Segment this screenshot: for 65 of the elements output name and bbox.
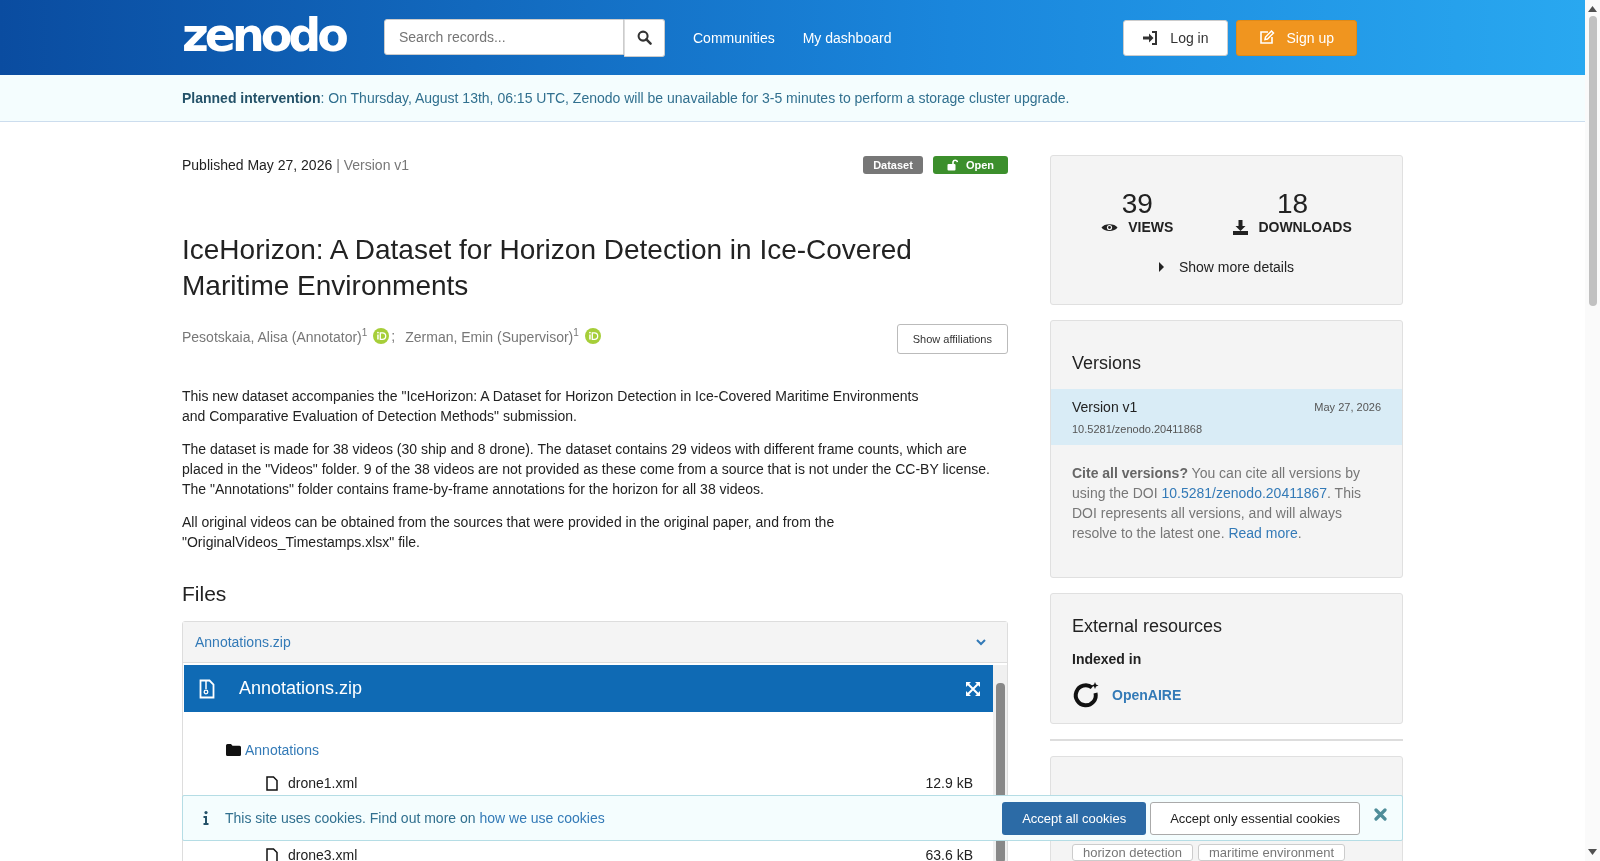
views-count: 39 [1121, 189, 1153, 219]
author-name[interactable]: Zerman, Emin (Supervisor)$^{1}$ [405, 327, 579, 345]
keyword-tag[interactable]: horizon detection [1072, 844, 1193, 861]
show-affiliations-button[interactable]: Show affiliations [896, 324, 1008, 354]
downloads-count: 18 [1276, 189, 1309, 219]
version-item[interactable]: Version v1 May 27, 2026 10.5281/zenodo.20411868 [1051, 389, 1402, 445]
edit-icon [1258, 30, 1275, 45]
eye-icon [1101, 221, 1119, 233]
record-badge: Open [932, 156, 1008, 174]
description-paragraph: This new dataset accompanies the "IceHorizon: A Dataset for Horizon Detection in Ice-Covered Maritime Environments and Comparative Evaluation of Detection Methods" submission. [182, 387, 920, 426]
description-paragraph: The dataset is made for 38 videos (30 ship and 8 drone). The dataset contains 29 videos with different frame counts, which are placed in the "Videos" folder. 9 of the 38 videos are not provided as these come from a source that is not under the CC-BY license. The "Annotations" folder contains frame-by-frame annotations for the horizon for all 38 videos. [182, 440, 991, 499]
nav-link[interactable]: My dashboard [802, 29, 892, 46]
search-button[interactable] [624, 18, 665, 57]
keyword-tag[interactable]: maritime environment [1198, 844, 1345, 861]
section-heading: Files [182, 582, 228, 606]
file-icon [266, 847, 278, 861]
folder-link[interactable]: Annotations [245, 742, 319, 758]
search-icon [637, 30, 652, 45]
cookie-text: This site uses cookies. Find out more on how we use cookies [225, 810, 605, 826]
show-more-details-toggle[interactable]: Show more details [1051, 259, 1402, 275]
chevron-icon [975, 638, 987, 646]
expand-icon[interactable] [965, 680, 981, 697]
preview-title: Annotations.zip [239, 678, 363, 699]
zip-file-icon [199, 678, 215, 699]
doi-link[interactable]: 10.5281/zenodo.20411867 [1161, 485, 1328, 501]
notice-text: Planned intervention: On Thursday, August 13th, 06:15 UTC, Zenodo will be unavailable for 3-5 minutes to perform a storage cluster upgrade. [182, 90, 1070, 106]
author-name[interactable]: Pesotskaia, Alisa (Annotator)$^{1}$ [182, 327, 368, 345]
version-label: | Version v1 [336, 157, 410, 173]
scroll-up-icon[interactable] [1588, 6, 1597, 12]
unlock-icon [946, 159, 958, 171]
close-icon[interactable] [1374, 808, 1387, 821]
views-label: VIEWS [1128, 219, 1174, 235]
card-title: Versions [1072, 353, 1143, 374]
openaire-logo-icon [1072, 681, 1100, 709]
scrollbar-thumb[interactable] [1588, 16, 1597, 306]
author-separator: ; [391, 328, 396, 344]
sign-in-icon [1142, 30, 1159, 45]
file-size: 63.6 kB [925, 847, 973, 861]
info-icon [203, 811, 209, 825]
card-title: External resources [1072, 616, 1224, 637]
scroll-down-icon[interactable] [1588, 849, 1597, 855]
cite-text: Cite all versions? You can cite all versions by using the DOI 10.5281/zenodo.20411867. This DOI represents all versions, and will always resolve to the latest one. Read more. [1072, 464, 1363, 543]
openaire-link[interactable]: OpenAIRE [1112, 687, 1182, 703]
search-field[interactable]: Search records... [384, 18, 624, 55]
accept-all-button[interactable]: Accept all cookies [1002, 801, 1147, 835]
record-badge: Dataset [863, 156, 923, 174]
record-title: IceHorizon: A Dataset for Horizon Detection in Ice-Covered Maritime Environments [182, 233, 913, 303]
cookie-policy-link[interactable]: how we use cookies [479, 810, 605, 826]
download-icon [1233, 219, 1249, 235]
indexed-label: Indexed in [1072, 651, 1143, 667]
description-paragraph: All original videos can be obtained from the sources that were provided in the original paper, and from the "OriginalVideos_Timestamps.xlsx" file. [182, 513, 836, 552]
caret-icon [1158, 262, 1165, 272]
logo[interactable]: zenodo [182, 11, 382, 58]
file-name: drone3.xml [288, 847, 358, 861]
file-accordion-header[interactable]: Annotations.zip [183, 622, 1007, 663]
file-size: 12.9 kB [925, 775, 973, 791]
publication-date: Published May 27, 2026 [182, 157, 333, 173]
read-more-link[interactable]: Read more [1228, 525, 1298, 541]
folder-icon [226, 744, 241, 756]
accept-essential-button[interactable]: Accept only essential cookies [1150, 801, 1360, 835]
file-name: drone1.xml [288, 775, 358, 791]
downloads-label: DOWNLOADS [1258, 219, 1352, 235]
nav-link[interactable]: Communities [693, 29, 775, 46]
file-icon [266, 775, 278, 791]
login-button[interactable]: Log in [1123, 19, 1228, 56]
